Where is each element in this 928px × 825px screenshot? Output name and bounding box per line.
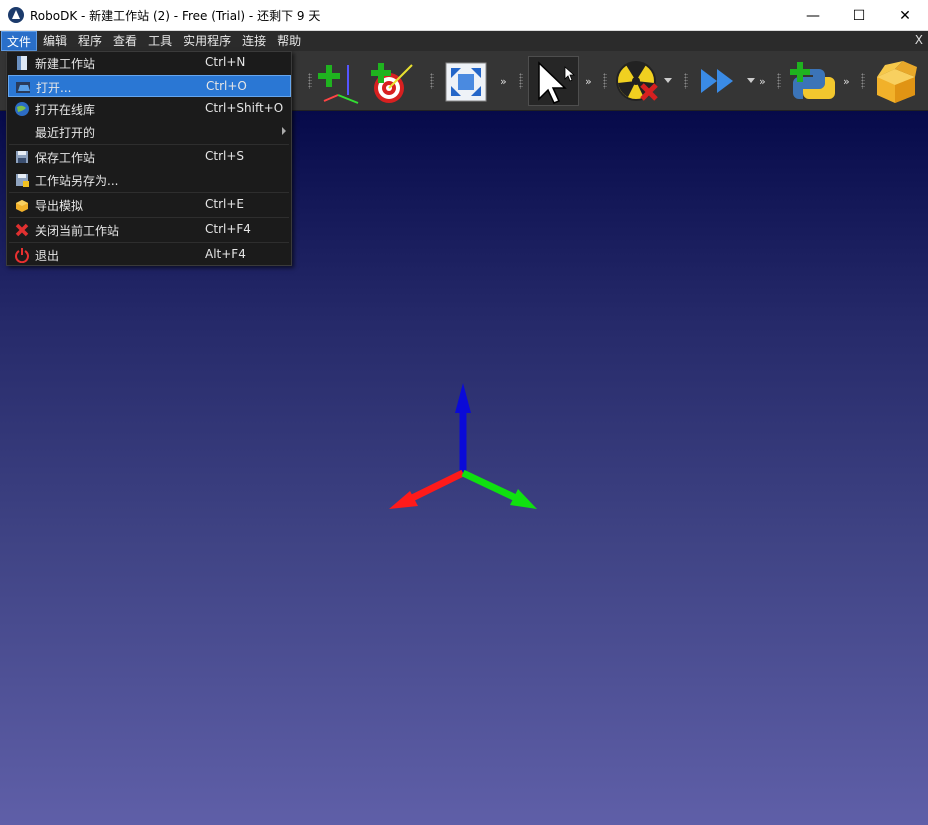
file-menu-dropdown: 新建工作站 Ctrl+N 打开... Ctrl+O 打开在线库 Ctrl+Shi… xyxy=(6,51,292,266)
minimize-icon: — xyxy=(806,7,820,24)
collision-icon[interactable] xyxy=(614,59,660,105)
toolbar-overflow-icon[interactable]: » xyxy=(500,75,507,88)
menu-view[interactable]: 查看 xyxy=(108,31,142,51)
menu-item-new-station[interactable]: 新建工作站 Ctrl+N xyxy=(8,52,291,74)
close-station-icon xyxy=(14,222,30,238)
x-axis xyxy=(404,469,465,505)
toolbar-grip[interactable] xyxy=(861,73,865,89)
toolbar-overflow-icon[interactable]: » xyxy=(843,75,850,88)
menu-item-label: 打开... xyxy=(36,81,72,95)
menu-item-shortcut: Ctrl+N xyxy=(205,55,246,69)
menu-item-shortcut: Ctrl+S xyxy=(205,149,245,163)
menu-item-online-library[interactable]: 打开在线库 Ctrl+Shift+O xyxy=(8,98,291,120)
y-axis xyxy=(461,469,520,503)
chevron-down-icon[interactable] xyxy=(747,78,755,83)
menu-item-shortcut: Ctrl+F4 xyxy=(205,222,251,236)
run-program-icon[interactable] xyxy=(697,59,743,105)
menu-bar: 文件 编辑 程序 查看 工具 实用程序 连接 帮助 X xyxy=(0,31,928,51)
menu-edit[interactable]: 编辑 xyxy=(38,31,72,51)
add-target-icon[interactable] xyxy=(368,59,414,105)
menu-item-label: 关闭当前工作站 xyxy=(35,224,120,238)
menu-item-shortcut: Ctrl+E xyxy=(205,197,244,211)
robodk-logo-icon xyxy=(8,7,24,23)
menu-item-open[interactable]: 打开... Ctrl+O xyxy=(8,75,291,97)
online-library-icon xyxy=(14,101,30,117)
menu-item-label: 新建工作站 xyxy=(35,57,96,71)
fit-all-icon[interactable] xyxy=(443,59,489,105)
save-icon xyxy=(14,149,30,165)
toolbar-grip[interactable] xyxy=(603,73,607,89)
add-reference-frame-icon[interactable] xyxy=(316,59,362,105)
menu-help[interactable]: 帮助 xyxy=(272,31,306,51)
menu-item-export-simulation[interactable]: 导出模拟 Ctrl+E xyxy=(8,194,291,216)
menu-separator xyxy=(9,242,289,243)
menu-item-label: 退出 xyxy=(35,249,60,263)
export-simulation-icon xyxy=(14,197,30,213)
menu-item-shortcut: Alt+F4 xyxy=(205,247,246,261)
y-axis-arrow xyxy=(510,489,537,509)
menu-item-save-as[interactable]: 工作站另存为... xyxy=(8,169,291,191)
open-library-icon[interactable] xyxy=(873,59,919,105)
maximize-button[interactable]: ☐ xyxy=(836,0,882,31)
chevron-down-icon[interactable] xyxy=(664,78,672,83)
menu-item-label: 导出模拟 xyxy=(35,199,84,213)
maximize-icon: ☐ xyxy=(852,7,866,24)
menu-separator xyxy=(9,144,289,145)
close-icon: ✕ xyxy=(899,7,911,24)
toolbar-overflow-icon[interactable]: » xyxy=(759,75,766,88)
submenu-arrow-icon xyxy=(282,127,286,135)
menu-file[interactable]: 文件 xyxy=(1,31,38,51)
toolbar-grip[interactable] xyxy=(684,73,688,89)
title-bar: RoboDK - 新建工作站 (2) - Free (Trial) - 还剩下 … xyxy=(0,0,928,31)
close-menubar-icon[interactable]: X xyxy=(915,33,923,47)
toolbar-grip[interactable] xyxy=(308,73,312,89)
menu-item-save[interactable]: 保存工作站 Ctrl+S xyxy=(8,146,291,168)
menu-program[interactable]: 程序 xyxy=(73,31,107,51)
close-button[interactable]: ✕ xyxy=(882,0,928,31)
menu-utilities[interactable]: 实用程序 xyxy=(178,31,236,51)
menu-item-label: 保存工作站 xyxy=(35,151,96,165)
menu-connect[interactable]: 连接 xyxy=(237,31,271,51)
open-icon xyxy=(15,79,31,95)
menu-item-label: 工作站另存为... xyxy=(35,174,119,188)
menu-separator xyxy=(9,217,289,218)
menu-item-exit[interactable]: 退出 Alt+F4 xyxy=(8,244,291,266)
menu-item-close-station[interactable]: 关闭当前工作站 Ctrl+F4 xyxy=(8,219,291,241)
menu-item-recent[interactable]: 最近打开的 xyxy=(8,121,291,143)
z-axis-arrow xyxy=(455,383,471,413)
menu-item-shortcut: Ctrl+O xyxy=(206,79,247,93)
select-pointer-icon[interactable] xyxy=(528,56,579,106)
minimize-button[interactable]: — xyxy=(790,0,836,31)
new-station-icon xyxy=(14,55,30,71)
power-icon xyxy=(14,247,30,264)
save-as-icon xyxy=(14,172,30,188)
window-title: RoboDK - 新建工作站 (2) - Free (Trial) - 还剩下 … xyxy=(30,8,321,23)
menu-item-label: 最近打开的 xyxy=(35,126,96,140)
window-controls: — ☐ ✕ xyxy=(790,0,928,31)
toolbar-grip[interactable] xyxy=(519,73,523,89)
toolbar-overflow-icon[interactable]: » xyxy=(585,75,592,88)
toolbar-grip[interactable] xyxy=(430,73,434,89)
menu-item-label: 打开在线库 xyxy=(35,103,96,117)
menu-item-shortcut: Ctrl+Shift+O xyxy=(205,101,284,115)
menu-separator xyxy=(9,192,289,193)
toolbar-grip[interactable] xyxy=(777,73,781,89)
menu-tools[interactable]: 工具 xyxy=(143,31,177,51)
add-python-icon[interactable] xyxy=(789,59,835,105)
